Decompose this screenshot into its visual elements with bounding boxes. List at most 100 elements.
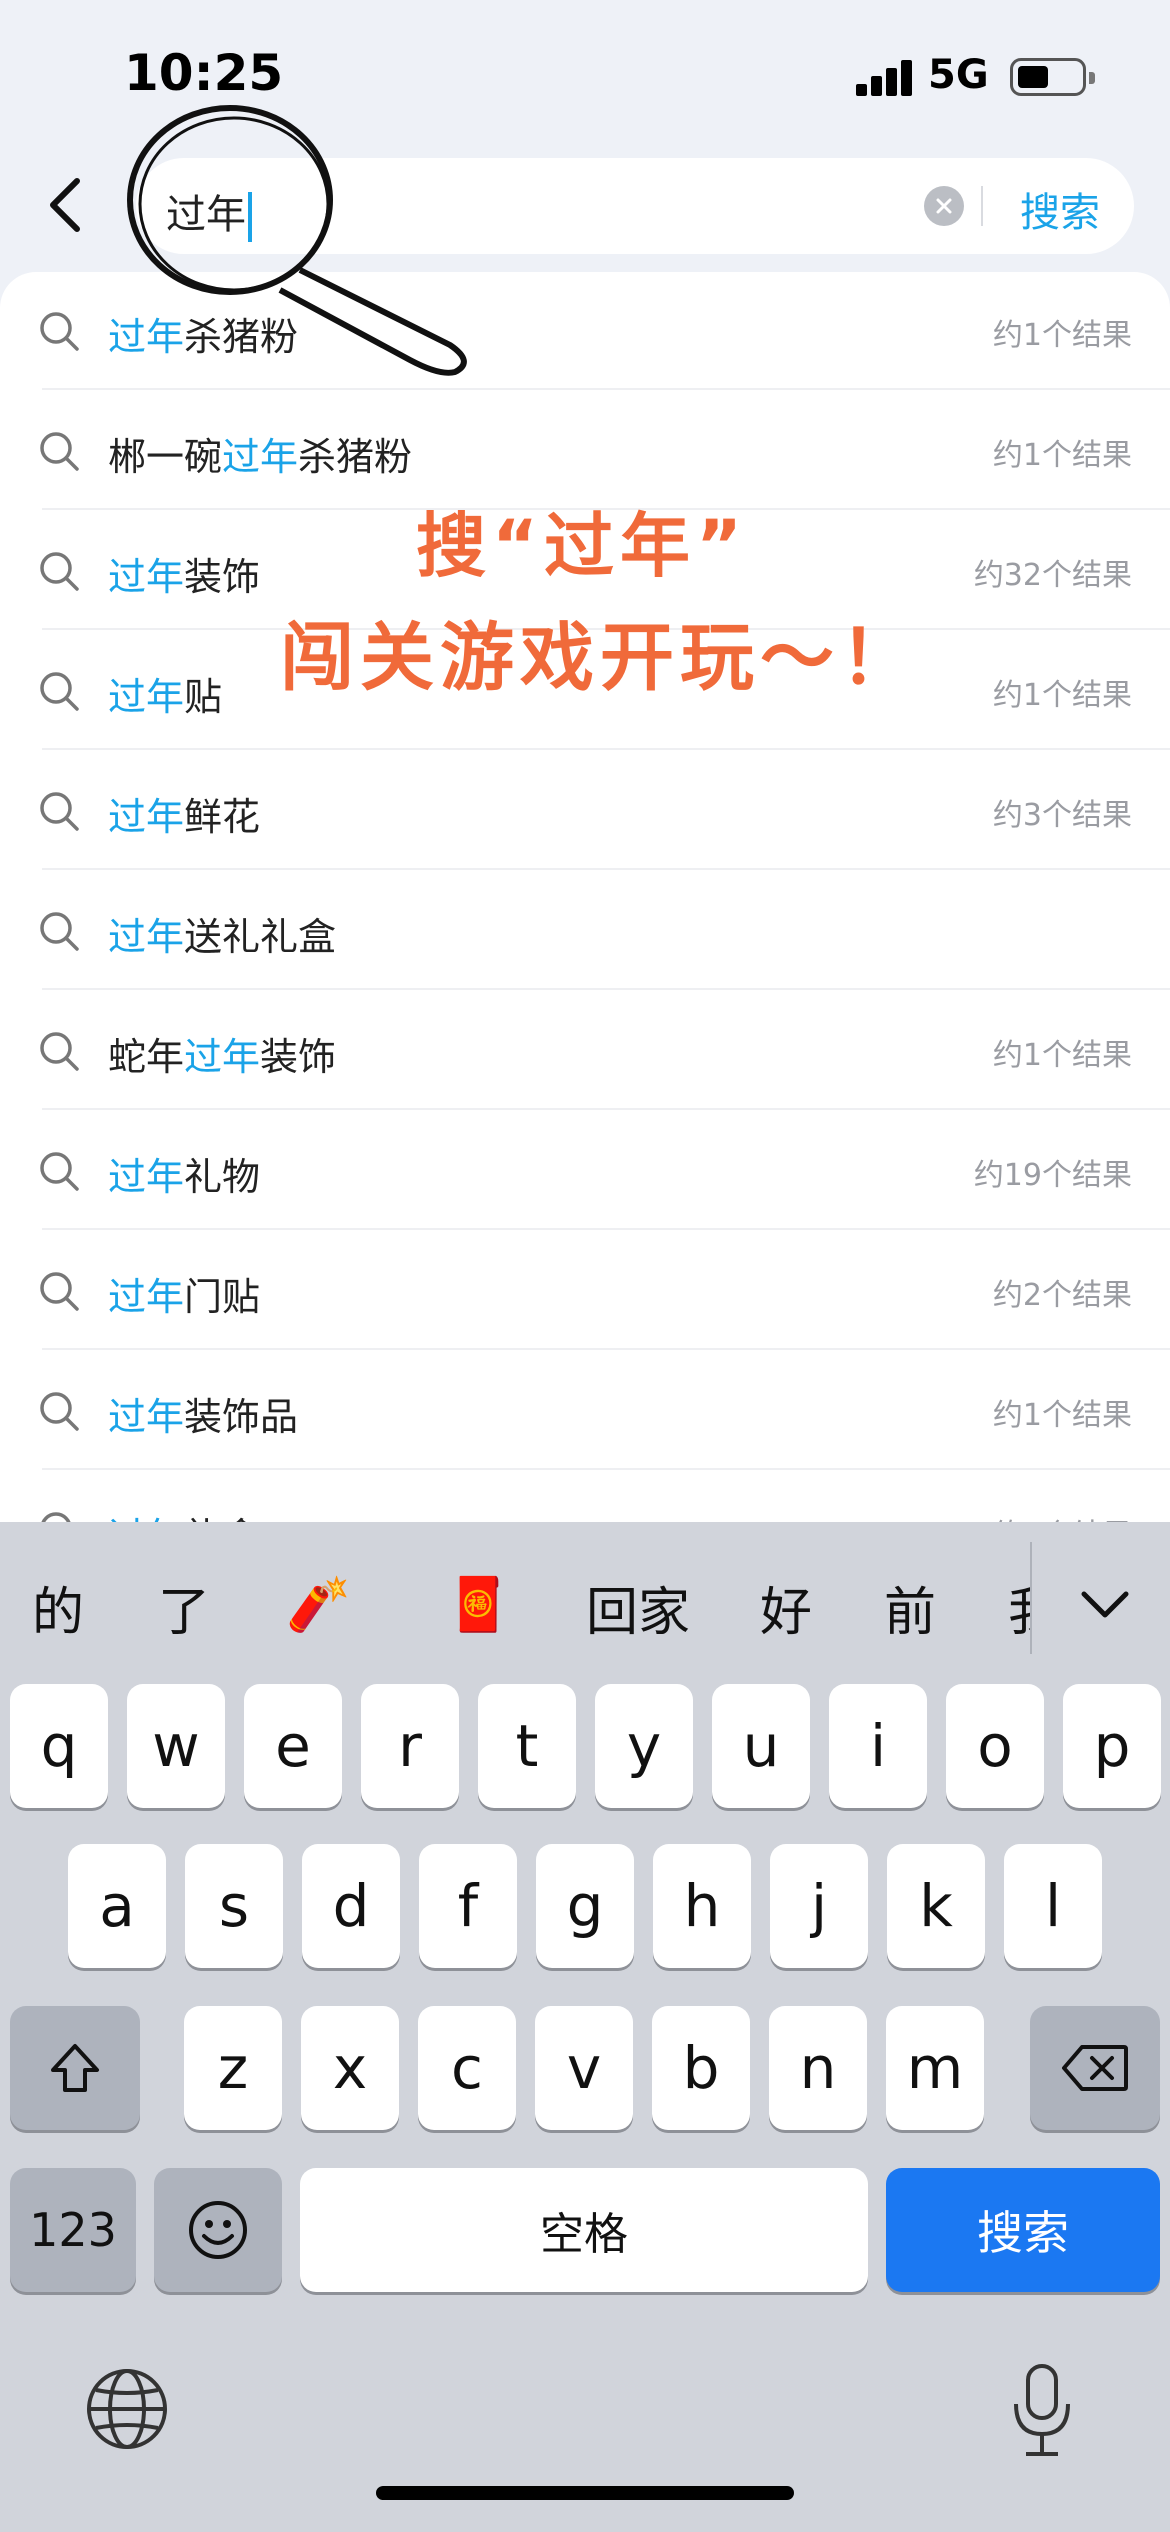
result-count: 约3个结果 — [992, 798, 1132, 833]
key-a[interactable]: a — [68, 1844, 166, 1968]
candidate-item[interactable]: 回家 — [586, 1570, 690, 1645]
key-l[interactable]: l — [1004, 1844, 1102, 1968]
suggestion-text: 过年装饰品 — [108, 1386, 298, 1441]
suggestion-row[interactable]: 过年装饰品 约1个结果 — [0, 1350, 1170, 1470]
key-x[interactable]: x — [301, 2006, 399, 2130]
suggestion-text-part: 郴一碗 — [108, 435, 223, 479]
shift-key[interactable] — [10, 2006, 140, 2130]
suggestion-text-part: 礼物 — [184, 1155, 261, 1199]
key-v[interactable]: v — [535, 2006, 633, 2130]
suggestion-text-part: 鲜花 — [184, 795, 261, 839]
signal-icon — [856, 60, 914, 96]
key-c[interactable]: c — [418, 2006, 516, 2130]
suggestion-text: 过年装饰 — [108, 546, 260, 601]
candidate-item[interactable]: 好 — [760, 1570, 812, 1645]
suggestion-row[interactable]: 过年门贴 约2个结果 — [0, 1230, 1170, 1350]
shift-icon — [51, 2044, 99, 2092]
suggestion-text: 过年贴 — [108, 666, 222, 721]
chevron-left-icon — [50, 178, 80, 232]
suggestion-text: 郴一碗过年杀猪粉 — [108, 426, 412, 481]
result-count: 约1个结果 — [992, 318, 1132, 353]
key-w[interactable]: w — [127, 1684, 225, 1808]
search-icon — [40, 1032, 79, 1071]
key-g[interactable]: g — [536, 1844, 634, 1968]
key-o[interactable]: o — [946, 1684, 1044, 1808]
divider — [1030, 1542, 1032, 1654]
suggestion-text-part: 礼盒 — [184, 1515, 260, 1522]
search-icon — [40, 672, 79, 711]
suggestion-highlight: 过年 — [222, 435, 299, 479]
key-n[interactable]: n — [769, 2006, 867, 2130]
suggestion-text-part: 送礼礼盒 — [184, 915, 337, 959]
overlay-line-2: 闯关游戏开玩～！ — [280, 615, 920, 701]
suggestion-highlight: 过年 — [108, 555, 185, 599]
suggestion-text-part: 装饰 — [184, 555, 261, 599]
search-button[interactable]: 搜索 — [1020, 180, 1100, 238]
overlay-line-1: 搜“过年” — [416, 505, 749, 587]
result-count: 约2个结果 — [992, 1278, 1132, 1313]
red-envelope-icon[interactable]: 🧧 — [446, 1574, 511, 1635]
key-s[interactable]: s — [185, 1844, 283, 1968]
search-icon — [41, 1512, 71, 1522]
result-count: 约1个结果 — [992, 438, 1132, 473]
suggestion-text: 蛇年过年装饰 — [108, 1026, 336, 1081]
divider — [981, 186, 983, 226]
keyboard: 的 了 🧨 🧧 回家 好 前 我 qwertyuiop asdfghjkl zxcv… — [0, 1522, 1170, 2532]
suggestion-row[interactable]: 过年礼盒 约5个结果 — [0, 1470, 1170, 1522]
key-e[interactable]: e — [244, 1684, 342, 1808]
candidate-item[interactable]: 的 — [32, 1570, 84, 1645]
suggestion-text: 过年礼盒 — [108, 1506, 260, 1522]
key-t[interactable]: t — [478, 1684, 576, 1808]
close-icon — [936, 198, 952, 214]
delete-key[interactable] — [1030, 2006, 1160, 2130]
suggestion-row[interactable]: 过年送礼礼盒 — [0, 870, 1170, 990]
space-key[interactable]: 空格 — [300, 2168, 868, 2292]
numbers-key[interactable]: 123 — [10, 2168, 136, 2292]
collapse-button[interactable] — [1070, 1570, 1140, 1640]
result-count: 约5个结果 — [993, 1510, 1132, 1522]
key-m[interactable]: m — [886, 2006, 984, 2130]
key-u[interactable]: u — [712, 1684, 810, 1808]
result-count: 约1个结果 — [992, 678, 1132, 713]
key-k[interactable]: k — [887, 1844, 985, 1968]
result-count: 约32个结果 — [973, 558, 1132, 593]
search-icon — [40, 1392, 79, 1431]
search-submit-key[interactable]: 搜索 — [886, 2168, 1160, 2292]
search-icon — [40, 792, 79, 831]
microphone-icon[interactable] — [1000, 2360, 1084, 2460]
key-r[interactable]: r — [361, 1684, 459, 1808]
candidate-bar: 的 了 🧨 🧧 回家 好 前 我 — [0, 1522, 1170, 1682]
key-f[interactable]: f — [419, 1844, 517, 1968]
key-j[interactable]: j — [770, 1844, 868, 1968]
key-z[interactable]: z — [184, 2006, 282, 2130]
emoji-key[interactable] — [154, 2168, 282, 2292]
search-icon — [40, 1152, 79, 1191]
clear-button[interactable] — [924, 186, 964, 226]
search-icon — [40, 912, 79, 951]
key-b[interactable]: b — [652, 2006, 750, 2130]
emoji-icon — [189, 2201, 247, 2259]
suggestion-text: 过年送礼礼盒 — [108, 906, 336, 961]
suggestion-row[interactable]: 过年礼物 约19个结果 — [0, 1110, 1170, 1230]
key-p[interactable]: p — [1063, 1684, 1161, 1808]
key-i[interactable]: i — [829, 1684, 927, 1808]
key-q[interactable]: q — [10, 1684, 108, 1808]
suggestion-row[interactable]: 蛇年过年装饰 约1个结果 — [0, 990, 1170, 1110]
home-indicator — [376, 2486, 794, 2500]
suggestion-text-part: 装饰品 — [184, 1395, 299, 1439]
candidate-item[interactable]: 前 — [884, 1570, 936, 1645]
search-icon — [40, 552, 79, 591]
key-h[interactable]: h — [653, 1844, 751, 1968]
key-d[interactable]: d — [302, 1844, 400, 1968]
candidate-item[interactable]: 了 — [158, 1570, 210, 1645]
suggestion-row[interactable]: 过年鲜花 约3个结果 — [0, 750, 1170, 870]
firecracker-icon[interactable]: 🧨 — [286, 1574, 351, 1635]
key-y[interactable]: y — [595, 1684, 693, 1808]
network-label: 5G — [928, 52, 989, 98]
candidate-item[interactable]: 我 — [1008, 1570, 1030, 1645]
globe-icon[interactable] — [82, 2364, 172, 2454]
search-icon — [40, 1272, 79, 1311]
chevron-down-icon — [1081, 1591, 1129, 1618]
battery-icon — [1010, 58, 1095, 96]
back-button[interactable] — [30, 170, 100, 240]
